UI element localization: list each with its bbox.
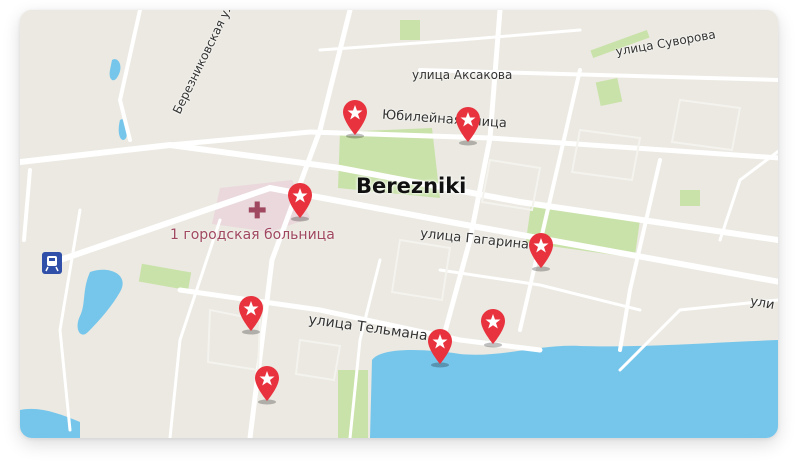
street-label-aksakova: улица Аксакова — [412, 68, 513, 82]
marker-star-icon[interactable] — [252, 365, 282, 405]
hospital-cross-icon: ✚ — [248, 198, 267, 223]
railway-station-icon — [42, 252, 62, 274]
marker-star-icon[interactable] — [526, 232, 556, 272]
marker-star-icon[interactable] — [425, 328, 455, 368]
marker-star-icon[interactable] — [285, 182, 315, 222]
marker-star-icon[interactable] — [453, 106, 483, 146]
marker-star-icon[interactable] — [236, 295, 266, 335]
map-canvas[interactable] — [20, 10, 778, 438]
map-card[interactable]: улица Суворова улица Аксакова Березников… — [20, 10, 778, 438]
city-label: Berezniki — [356, 174, 467, 198]
marker-star-icon[interactable] — [340, 99, 370, 139]
hospital-label: 1 городская больница — [170, 227, 335, 243]
marker-star-icon[interactable] — [478, 308, 508, 348]
